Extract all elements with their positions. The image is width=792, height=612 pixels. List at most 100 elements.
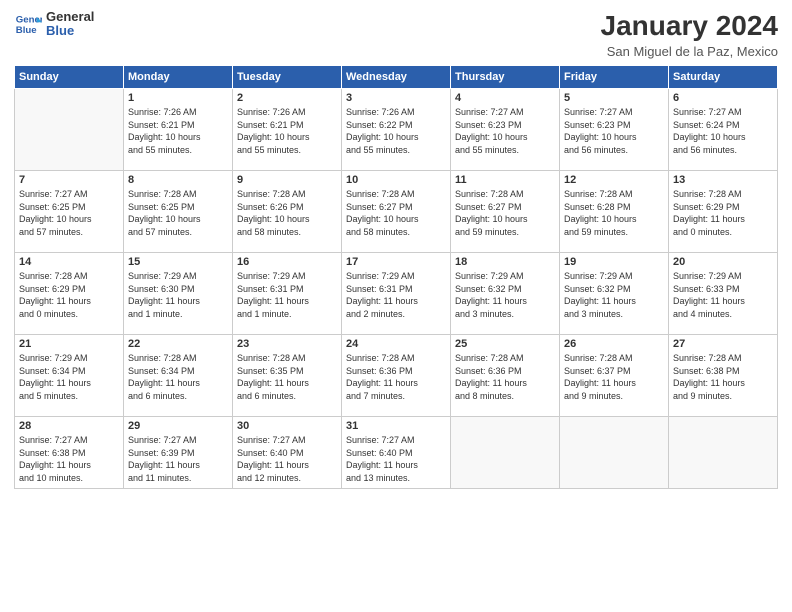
day-info: Sunrise: 7:27 AM Sunset: 6:40 PM Dayligh… bbox=[346, 434, 446, 484]
day-info: Sunrise: 7:29 AM Sunset: 6:30 PM Dayligh… bbox=[128, 270, 228, 320]
day-number: 26 bbox=[564, 338, 664, 350]
calendar-cell: 8Sunrise: 7:28 AM Sunset: 6:25 PM Daylig… bbox=[124, 171, 233, 253]
day-number: 17 bbox=[346, 256, 446, 268]
day-number: 28 bbox=[19, 420, 119, 432]
day-info: Sunrise: 7:26 AM Sunset: 6:21 PM Dayligh… bbox=[128, 106, 228, 156]
calendar-cell: 22 Sunrise: 7:28 AM Sunset: 6:34 PM Dayli… bbox=[124, 335, 233, 417]
day-number: 2 bbox=[237, 92, 337, 104]
logo: General Blue General Blue bbox=[14, 10, 94, 39]
day-number: 22 bbox=[128, 338, 228, 350]
day-info: Sunrise: 7:28 AM Sunset: 6:34 PM Dayligh… bbox=[128, 352, 228, 402]
day-info: Sunrise: 7:28 AM Sunset: 6:36 PM Dayligh… bbox=[455, 352, 555, 402]
calendar-cell: 11Sunrise: 7:28 AM Sunset: 6:27 PM Dayli… bbox=[451, 171, 560, 253]
weekday-header-sunday: Sunday bbox=[15, 66, 124, 89]
weekday-header-row: SundayMondayTuesdayWednesdayThursdayFrid… bbox=[15, 66, 778, 89]
day-info: Sunrise: 7:27 AM Sunset: 6:40 PM Dayligh… bbox=[237, 434, 337, 484]
header: General Blue General Blue January 2024 S… bbox=[14, 10, 778, 59]
day-info: Sunrise: 7:29 AM Sunset: 6:31 PM Dayligh… bbox=[346, 270, 446, 320]
weekday-header-tuesday: Tuesday bbox=[233, 66, 342, 89]
day-info: Sunrise: 7:28 AM Sunset: 6:27 PM Dayligh… bbox=[346, 188, 446, 238]
day-number: 29 bbox=[128, 420, 228, 432]
calendar-cell: 1 Sunrise: 7:26 AM Sunset: 6:21 PM Daylig… bbox=[124, 89, 233, 171]
day-info: Sunrise: 7:29 AM Sunset: 6:32 PM Dayligh… bbox=[564, 270, 664, 320]
day-info: Sunrise: 7:26 AM Sunset: 6:22 PM Dayligh… bbox=[346, 106, 446, 156]
calendar-cell: 5 Sunrise: 7:27 AM Sunset: 6:23 PM Daylig… bbox=[560, 89, 669, 171]
day-number: 4 bbox=[455, 92, 555, 104]
day-number: 19 bbox=[564, 256, 664, 268]
day-info: Sunrise: 7:28 AM Sunset: 6:36 PM Dayligh… bbox=[346, 352, 446, 402]
day-info: Sunrise: 7:27 AM Sunset: 6:23 PM Dayligh… bbox=[455, 106, 555, 156]
day-number: 25 bbox=[455, 338, 555, 350]
calendar-cell: 16Sunrise: 7:29 AM Sunset: 6:31 PM Dayli… bbox=[233, 253, 342, 335]
day-info: Sunrise: 7:27 AM Sunset: 6:23 PM Dayligh… bbox=[564, 106, 664, 156]
calendar-cell: 20 Sunrise: 7:29 AM Sunset: 6:33 PM Dayli… bbox=[669, 253, 778, 335]
week-row-3: 14Sunrise: 7:28 AM Sunset: 6:29 PM Dayli… bbox=[15, 253, 778, 335]
day-number: 10 bbox=[346, 174, 446, 186]
day-number: 13 bbox=[673, 174, 773, 186]
calendar-cell: 6 Sunrise: 7:27 AM Sunset: 6:24 PM Daylig… bbox=[669, 89, 778, 171]
day-number: 1 bbox=[128, 92, 228, 104]
calendar-cell: 31 Sunrise: 7:27 AM Sunset: 6:40 PM Dayli… bbox=[342, 417, 451, 489]
day-number: 6 bbox=[673, 92, 773, 104]
week-row-2: 7 Sunrise: 7:27 AM Sunset: 6:25 PM Daylig… bbox=[15, 171, 778, 253]
day-number: 24 bbox=[346, 338, 446, 350]
day-number: 14 bbox=[19, 256, 119, 268]
day-info: Sunrise: 7:28 AM Sunset: 6:25 PM Dayligh… bbox=[128, 188, 228, 238]
day-info: Sunrise: 7:27 AM Sunset: 6:38 PM Dayligh… bbox=[19, 434, 119, 484]
svg-text:Blue: Blue bbox=[16, 25, 37, 36]
calendar-cell: 18Sunrise: 7:29 AM Sunset: 6:32 PM Dayli… bbox=[451, 253, 560, 335]
calendar-cell: 17 Sunrise: 7:29 AM Sunset: 6:31 PM Dayli… bbox=[342, 253, 451, 335]
day-number: 12 bbox=[564, 174, 664, 186]
day-number: 27 bbox=[673, 338, 773, 350]
calendar-cell bbox=[15, 89, 124, 171]
weekday-header-monday: Monday bbox=[124, 66, 233, 89]
calendar-cell: 9 Sunrise: 7:28 AM Sunset: 6:26 PM Daylig… bbox=[233, 171, 342, 253]
day-info: Sunrise: 7:26 AM Sunset: 6:21 PM Dayligh… bbox=[237, 106, 337, 156]
calendar-cell: 2 Sunrise: 7:26 AM Sunset: 6:21 PM Daylig… bbox=[233, 89, 342, 171]
day-number: 21 bbox=[19, 338, 119, 350]
day-info: Sunrise: 7:27 AM Sunset: 6:25 PM Dayligh… bbox=[19, 188, 119, 238]
page: General Blue General Blue January 2024 S… bbox=[0, 0, 792, 612]
day-number: 11 bbox=[455, 174, 555, 186]
week-row-1: 1 Sunrise: 7:26 AM Sunset: 6:21 PM Daylig… bbox=[15, 89, 778, 171]
day-number: 20 bbox=[673, 256, 773, 268]
day-info: Sunrise: 7:28 AM Sunset: 6:26 PM Dayligh… bbox=[237, 188, 337, 238]
day-info: Sunrise: 7:28 AM Sunset: 6:28 PM Dayligh… bbox=[564, 188, 664, 238]
day-info: Sunrise: 7:29 AM Sunset: 6:33 PM Dayligh… bbox=[673, 270, 773, 320]
calendar-cell: 30Sunrise: 7:27 AM Sunset: 6:40 PM Dayli… bbox=[233, 417, 342, 489]
day-number: 7 bbox=[19, 174, 119, 186]
calendar-cell: 27Sunrise: 7:28 AM Sunset: 6:38 PM Dayli… bbox=[669, 335, 778, 417]
calendar-cell: 26 Sunrise: 7:28 AM Sunset: 6:37 PM Dayli… bbox=[560, 335, 669, 417]
calendar-cell: 25 Sunrise: 7:28 AM Sunset: 6:36 PM Dayli… bbox=[451, 335, 560, 417]
day-number: 15 bbox=[128, 256, 228, 268]
calendar-cell: 14Sunrise: 7:28 AM Sunset: 6:29 PM Dayli… bbox=[15, 253, 124, 335]
calendar-cell: 12 Sunrise: 7:28 AM Sunset: 6:28 PM Dayli… bbox=[560, 171, 669, 253]
calendar-cell: 24 Sunrise: 7:28 AM Sunset: 6:36 PM Dayli… bbox=[342, 335, 451, 417]
day-info: Sunrise: 7:28 AM Sunset: 6:37 PM Dayligh… bbox=[564, 352, 664, 402]
day-number: 5 bbox=[564, 92, 664, 104]
calendar-cell: 15 Sunrise: 7:29 AM Sunset: 6:30 PM Dayli… bbox=[124, 253, 233, 335]
day-number: 16 bbox=[237, 256, 337, 268]
week-row-5: 28 Sunrise: 7:27 AM Sunset: 6:38 PM Dayli… bbox=[15, 417, 778, 489]
day-number: 23 bbox=[237, 338, 337, 350]
day-info: Sunrise: 7:27 AM Sunset: 6:39 PM Dayligh… bbox=[128, 434, 228, 484]
day-info: Sunrise: 7:27 AM Sunset: 6:24 PM Dayligh… bbox=[673, 106, 773, 156]
calendar-table: SundayMondayTuesdayWednesdayThursdayFrid… bbox=[14, 65, 778, 489]
weekday-header-friday: Friday bbox=[560, 66, 669, 89]
title-block: January 2024 San Miguel de la Paz, Mexic… bbox=[601, 10, 778, 59]
week-row-4: 21Sunrise: 7:29 AM Sunset: 6:34 PM Dayli… bbox=[15, 335, 778, 417]
day-number: 9 bbox=[237, 174, 337, 186]
weekday-header-saturday: Saturday bbox=[669, 66, 778, 89]
day-info: Sunrise: 7:29 AM Sunset: 6:32 PM Dayligh… bbox=[455, 270, 555, 320]
calendar-cell: 19 Sunrise: 7:29 AM Sunset: 6:32 PM Dayli… bbox=[560, 253, 669, 335]
day-number: 31 bbox=[346, 420, 446, 432]
day-info: Sunrise: 7:28 AM Sunset: 6:35 PM Dayligh… bbox=[237, 352, 337, 402]
month-year: January 2024 bbox=[601, 10, 778, 42]
calendar-cell: 13Sunrise: 7:28 AM Sunset: 6:29 PM Dayli… bbox=[669, 171, 778, 253]
calendar-cell bbox=[560, 417, 669, 489]
weekday-header-wednesday: Wednesday bbox=[342, 66, 451, 89]
calendar-cell: 4 Sunrise: 7:27 AM Sunset: 6:23 PM Daylig… bbox=[451, 89, 560, 171]
day-number: 3 bbox=[346, 92, 446, 104]
location: San Miguel de la Paz, Mexico bbox=[601, 44, 778, 59]
calendar-cell: 10 Sunrise: 7:28 AM Sunset: 6:27 PM Dayli… bbox=[342, 171, 451, 253]
